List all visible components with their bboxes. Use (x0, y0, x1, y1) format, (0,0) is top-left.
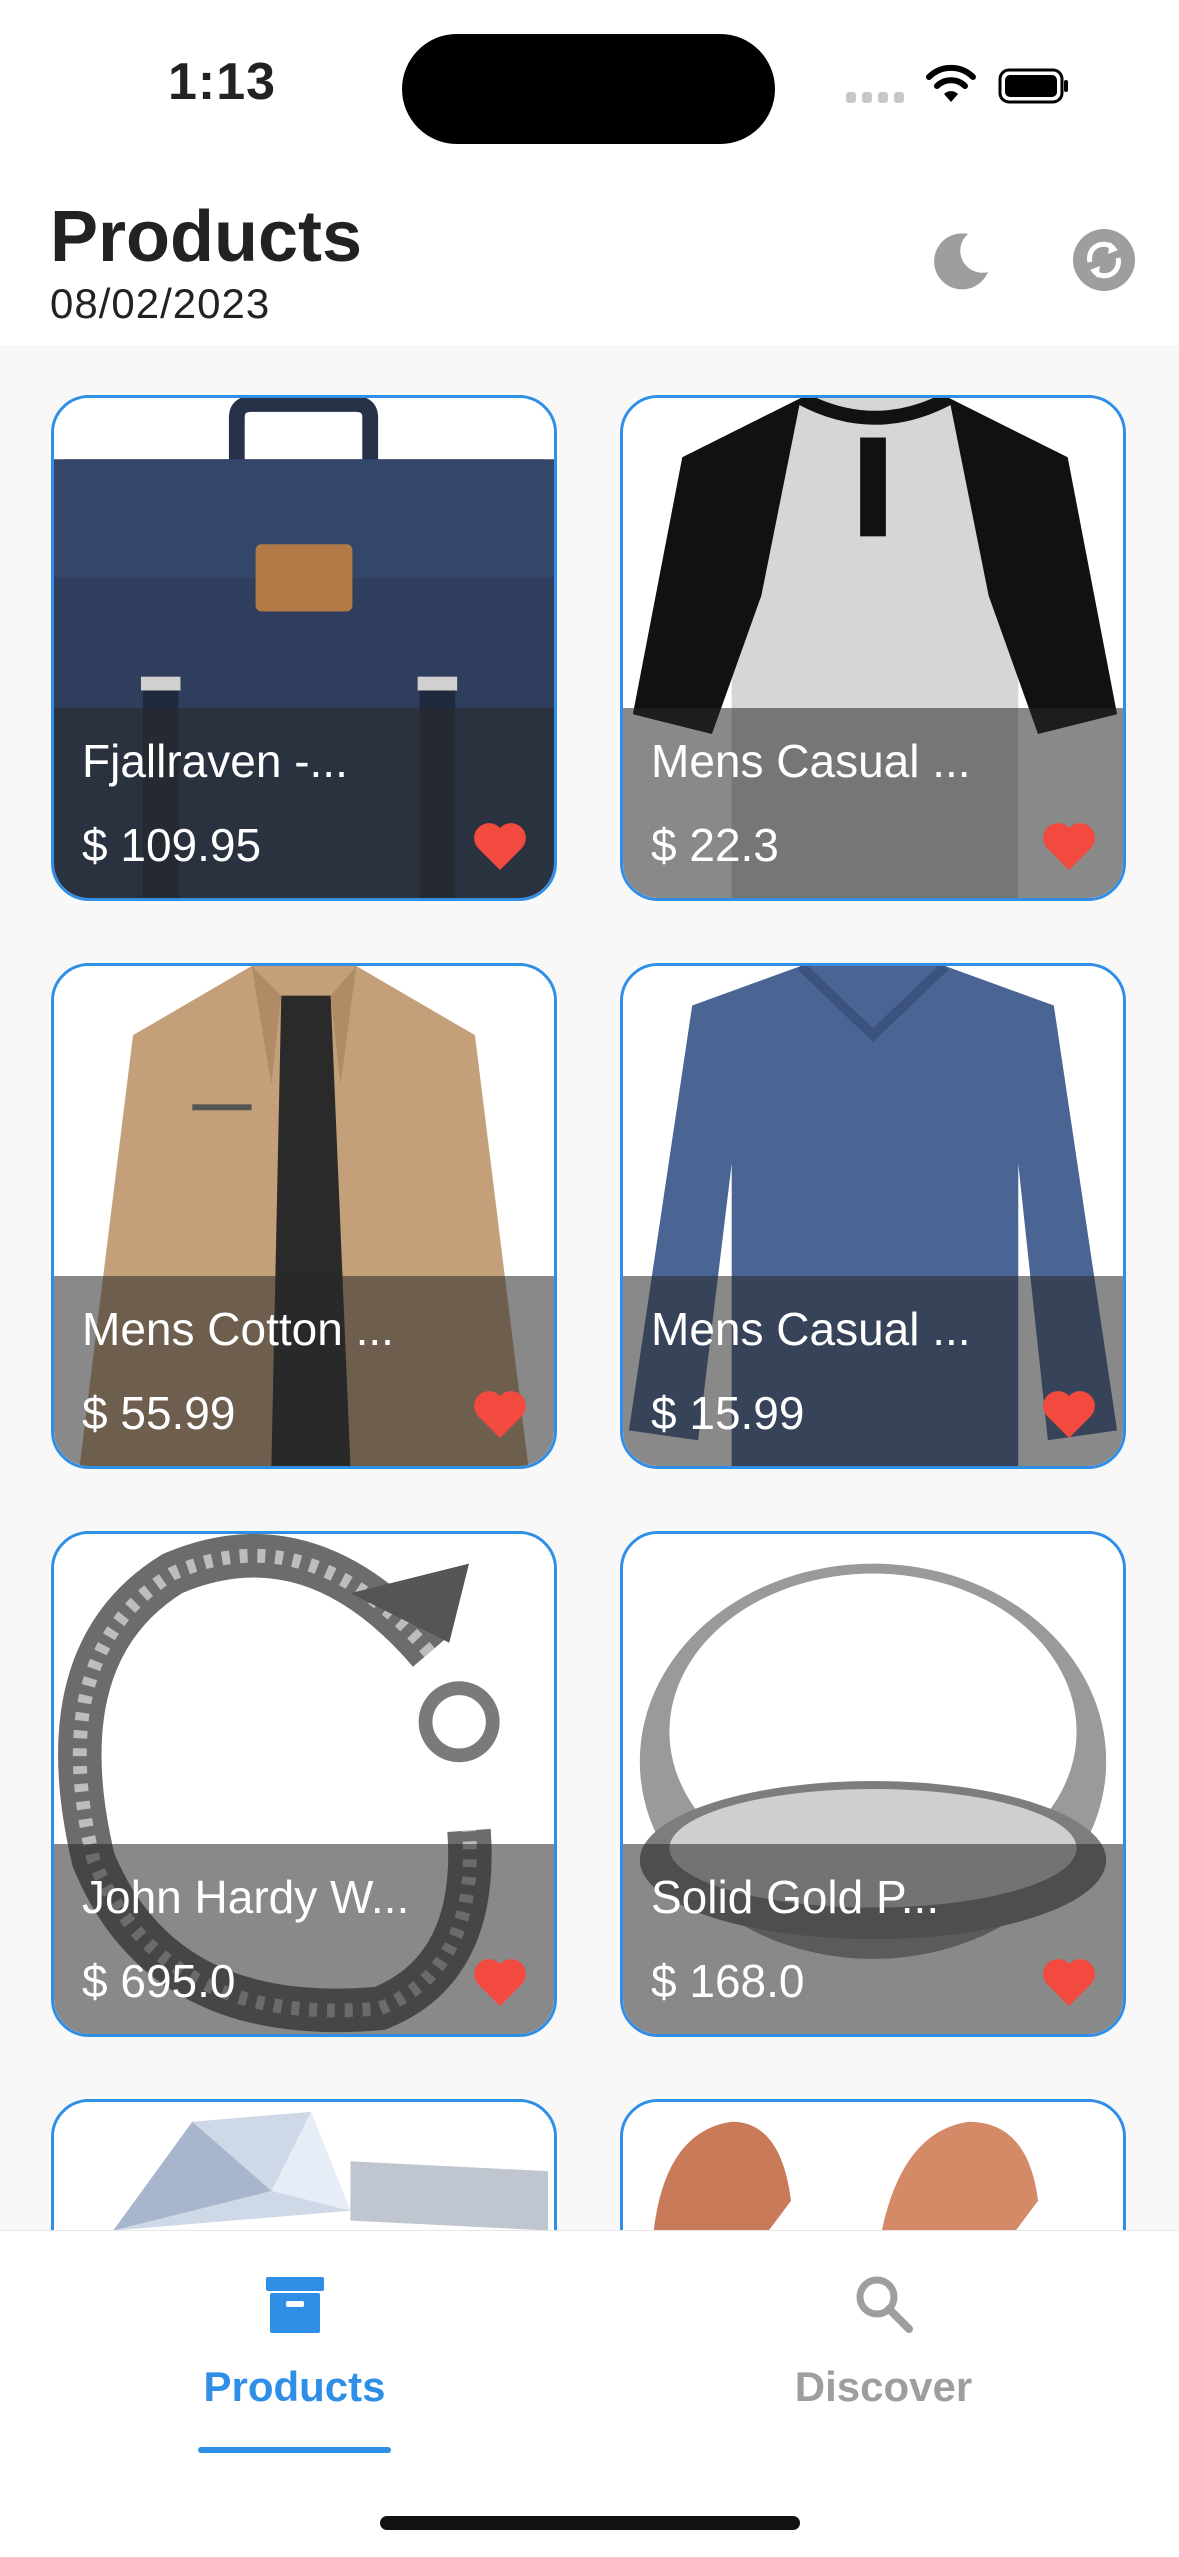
heart-icon[interactable] (1041, 1388, 1097, 1440)
product-name: Fjallraven -... (82, 735, 348, 787)
heart-icon[interactable] (1041, 1956, 1097, 2008)
tab-discover-label: Discover (794, 2363, 973, 2410)
product-card[interactable]: Mens Casual ... $ 22.3 (620, 395, 1126, 901)
status-time: 1:13 (168, 53, 277, 111)
product-price: $ 695.0 (82, 1955, 236, 2007)
tab-products[interactable]: Products (0, 2231, 589, 2471)
product-price: $ 15.99 (651, 1387, 805, 1439)
tab-discover[interactable]: Discover (589, 2231, 1178, 2471)
active-tab-indicator (198, 2447, 391, 2453)
dynamic-island (402, 34, 775, 144)
product-image-diamond-ring (54, 2102, 554, 2230)
bottom-nav: Products Discover (0, 2230, 1179, 2557)
product-name: Mens Casual ... (651, 735, 971, 787)
product-card[interactable]: John Hardy W... $ 695.0 (51, 1531, 557, 2037)
product-price: $ 168.0 (651, 1955, 805, 2007)
product-price: $ 22.3 (651, 819, 779, 871)
heart-icon[interactable] (472, 820, 528, 872)
product-card[interactable] (620, 2099, 1126, 2230)
sync-icon[interactable] (1072, 228, 1136, 292)
tab-products-label: Products (203, 2363, 386, 2410)
page-date: 08/02/2023 (50, 280, 271, 327)
archive-box-icon (266, 2277, 324, 2333)
product-card[interactable]: Mens Cotton ... $ 55.99 (51, 963, 557, 1469)
product-card[interactable]: Mens Casual ... $ 15.99 (620, 963, 1126, 1469)
product-name: Mens Cotton ... (82, 1303, 394, 1355)
page-title: Products (50, 197, 363, 277)
home-indicator (380, 2516, 800, 2530)
moon-icon[interactable] (930, 228, 994, 292)
signal-icon (846, 92, 904, 104)
search-icon (856, 2276, 913, 2333)
heart-icon[interactable] (472, 1388, 528, 1440)
product-name: John Hardy W... (82, 1871, 410, 1923)
heart-icon[interactable] (1041, 820, 1097, 872)
product-card[interactable]: Fjallraven -... $ 109.95 (51, 395, 557, 901)
product-name: Mens Casual ... (651, 1303, 971, 1355)
product-card[interactable]: Solid Gold P... $ 168.0 (620, 1531, 1126, 2037)
product-price: $ 109.95 (82, 819, 262, 871)
heart-icon[interactable] (472, 1956, 528, 2008)
battery-icon (998, 68, 1068, 104)
product-grid: Fjallraven -... $ 109.95 Mens Casual ...… (0, 345, 1179, 2230)
product-card[interactable] (51, 2099, 557, 2230)
product-name: Solid Gold P... (651, 1871, 940, 1923)
product-price: $ 55.99 (82, 1387, 236, 1439)
product-image-earrings (623, 2102, 1123, 2230)
wifi-icon (926, 64, 976, 102)
